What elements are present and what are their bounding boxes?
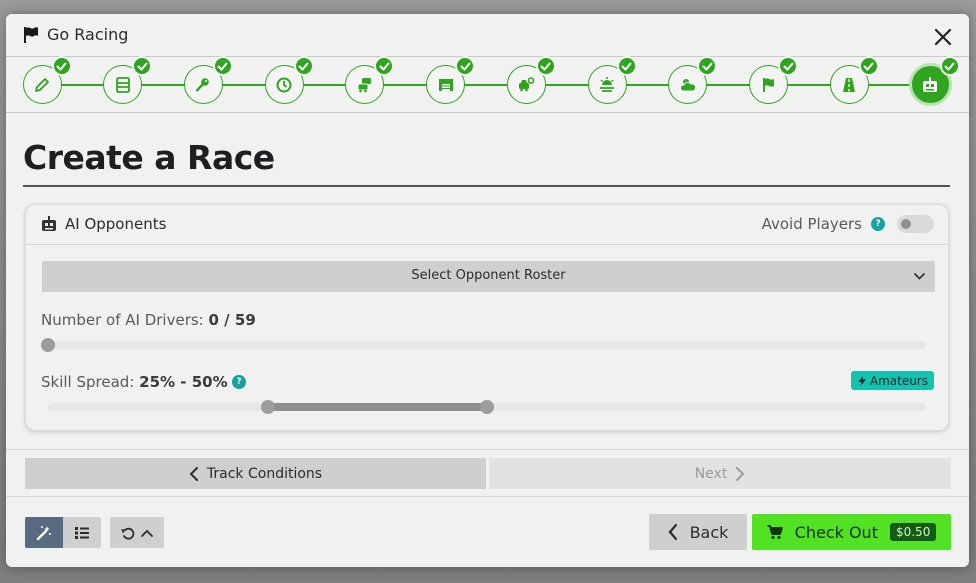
title-bar: Go Racing xyxy=(6,14,969,57)
wizard-step[interactable] xyxy=(22,56,72,104)
title-divider xyxy=(23,185,950,187)
prev-step-label: Track Conditions xyxy=(206,465,323,482)
weather-icon xyxy=(679,78,696,91)
next-button[interactable]: Next xyxy=(489,458,951,489)
window-title: Go Racing xyxy=(47,25,129,44)
page-title: Create a Race xyxy=(23,138,275,177)
card-header: AI Opponents Avoid Players ? xyxy=(26,205,948,245)
check-icon xyxy=(778,56,799,76)
skill-spread-caption: Skill Spread: xyxy=(41,373,135,391)
wizard-step[interactable] xyxy=(264,56,314,104)
road-icon xyxy=(843,77,856,92)
check-icon xyxy=(939,56,960,76)
wizard-step[interactable] xyxy=(587,56,637,104)
check-icon xyxy=(697,56,718,76)
help-icon[interactable]: ? xyxy=(232,375,246,389)
wizard-stepper xyxy=(6,56,969,113)
wizard-step[interactable] xyxy=(506,56,556,104)
back-label: Back xyxy=(689,522,729,542)
stepper-line xyxy=(42,84,933,86)
wizard-step[interactable] xyxy=(749,56,799,104)
server-icon xyxy=(115,76,130,93)
cars-icon xyxy=(357,77,371,92)
checkout-button[interactable]: Check Out $0.50 xyxy=(752,514,951,550)
checkout-label: Check Out xyxy=(794,522,878,542)
undo-icon xyxy=(120,527,134,540)
check-icon xyxy=(212,56,233,76)
check-icon xyxy=(535,56,556,76)
check-icon xyxy=(374,56,395,76)
track-light-icon xyxy=(600,76,615,92)
ai-drivers-caption: Number of AI Drivers: xyxy=(41,311,204,329)
skill-spread-slider[interactable] xyxy=(48,400,926,414)
ai-drivers-value: 0 / 59 xyxy=(208,311,256,329)
skill-spread-label: Skill Spread: 25% - 50% xyxy=(41,373,228,391)
wizard-step[interactable] xyxy=(426,56,476,104)
cart-icon xyxy=(767,525,783,539)
ai-opponents-card: AI Opponents Avoid Players ? Select Oppo… xyxy=(25,204,949,431)
flag-icon xyxy=(24,27,38,43)
magic-wand-icon xyxy=(36,525,51,540)
wizard-step[interactable] xyxy=(668,56,718,104)
wizard-step[interactable] xyxy=(183,56,233,104)
magic-wand-button[interactable] xyxy=(25,517,63,548)
skill-level-text: Amateurs xyxy=(869,373,928,388)
check-icon xyxy=(858,56,879,76)
check-icon xyxy=(51,56,72,76)
clock-icon xyxy=(276,77,292,92)
wizard-step[interactable] xyxy=(908,56,960,106)
pencil-icon xyxy=(35,77,49,92)
avoid-players-label: Avoid Players xyxy=(761,215,862,233)
undo-button[interactable] xyxy=(110,517,164,548)
help-icon[interactable]: ? xyxy=(871,217,885,231)
key-icon xyxy=(196,77,210,92)
garage-icon xyxy=(438,78,453,91)
toggle-knob xyxy=(901,219,911,229)
lightning-icon xyxy=(857,375,866,386)
wizard-step[interactable] xyxy=(345,56,395,104)
ai-drivers-slider-thumb[interactable] xyxy=(41,338,55,352)
chevron-left-icon xyxy=(189,466,198,481)
chevron-left-icon xyxy=(668,524,677,540)
robot-icon xyxy=(42,216,56,231)
flag-icon xyxy=(762,77,774,92)
opponent-roster-select[interactable]: Select Opponent Roster xyxy=(42,261,935,292)
chevron-right-icon xyxy=(736,466,745,481)
avoid-players-toggle[interactable] xyxy=(897,215,934,233)
skill-max-thumb[interactable] xyxy=(480,400,494,414)
robot-icon xyxy=(923,76,937,92)
roster-select-label: Select Opponent Roster xyxy=(411,268,566,283)
back-button[interactable]: Back xyxy=(649,514,747,550)
ai-drivers-label: Number of AI Drivers: 0 / 59 xyxy=(41,311,256,329)
car-settings-icon xyxy=(519,76,535,91)
wizard-nav: Track Conditions Next xyxy=(6,449,969,497)
view-toggle-group xyxy=(25,517,101,548)
card-title: AI Opponents xyxy=(65,215,167,233)
check-icon xyxy=(293,56,314,76)
footer: Back Check Out $0.50 xyxy=(6,498,969,567)
price-badge: $0.50 xyxy=(889,523,937,541)
track-conditions-button[interactable]: Track Conditions xyxy=(25,458,486,489)
chevron-up-icon xyxy=(140,529,153,537)
chevron-down-icon xyxy=(914,273,925,280)
skill-min-thumb[interactable] xyxy=(260,400,275,414)
check-icon xyxy=(616,56,637,76)
skill-level-badge: Amateurs xyxy=(850,371,934,390)
next-step-label: Next xyxy=(694,465,728,482)
skill-spread-range xyxy=(267,403,487,411)
create-race-modal: Go Racing Create a Race AI Opponents Avo… xyxy=(6,14,969,567)
wizard-step[interactable] xyxy=(103,56,153,104)
skill-spread-value: 25% - 50% xyxy=(139,373,228,391)
close-icon[interactable] xyxy=(933,27,953,47)
ai-drivers-slider[interactable] xyxy=(41,338,926,352)
wizard-step[interactable] xyxy=(829,56,879,104)
check-icon xyxy=(132,56,153,76)
list-icon xyxy=(75,526,89,539)
check-icon xyxy=(455,56,476,76)
list-view-button[interactable] xyxy=(63,517,101,548)
